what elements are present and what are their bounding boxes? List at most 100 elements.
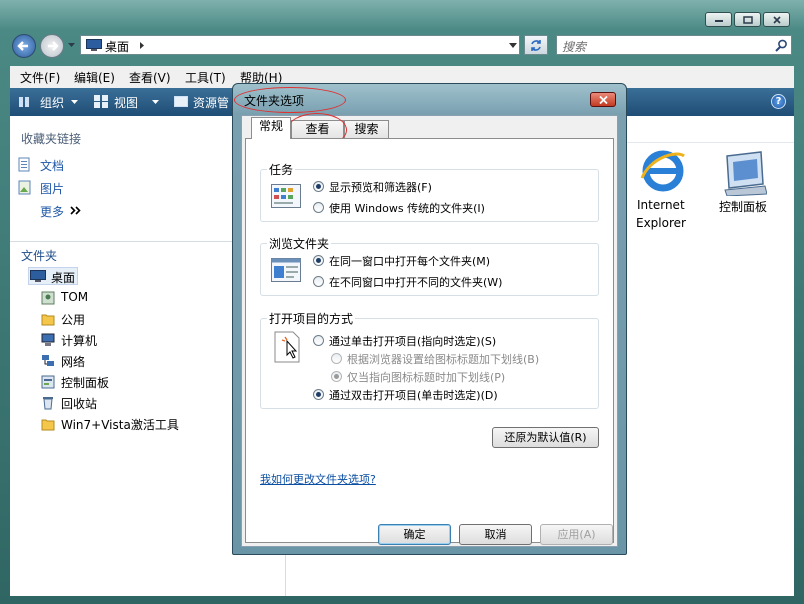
radio-new-window-label[interactable]: 在不同窗口中打开不同的文件夹(W) <box>329 274 502 290</box>
tasks-group: 任务 显示预览和筛选器(F) 使用 Windows 传统的文件夹(I) <box>260 161 599 222</box>
click-group-label: 打开项目的方式 <box>267 310 356 327</box>
pictures-icon <box>18 180 31 195</box>
tasks-group-label: 任务 <box>267 161 296 178</box>
search-icon[interactable] <box>775 39 788 52</box>
click-cursor-icon <box>274 331 300 363</box>
tree-item-computer[interactable]: 计算机 <box>61 332 97 349</box>
organize-dropdown-icon[interactable] <box>71 100 78 104</box>
tree-item-activation-tool[interactable]: Win7+Vista激活工具 <box>61 416 179 433</box>
tab-search[interactable]: 搜索 <box>344 120 389 139</box>
click-items-group: 打开项目的方式 通过单击打开项目(指向时选定)(S) 根据浏览器设置给图标标题加… <box>260 310 599 409</box>
menu-edit[interactable]: 编辑(E) <box>74 69 115 86</box>
tree-desktop-icon <box>30 270 46 282</box>
recycle-bin-icon <box>43 397 53 410</box>
internet-explorer-label-1: Internet <box>637 198 685 212</box>
annotation-circle-title <box>234 87 346 113</box>
control-panel-label: 控制面板 <box>719 200 768 214</box>
control-panel-icon <box>41 375 55 389</box>
tree-item-tom[interactable]: TOM <box>61 290 88 304</box>
maximize-button[interactable] <box>734 12 761 27</box>
radio-classic-folders-label[interactable]: 使用 Windows 传统的文件夹(I) <box>329 200 485 216</box>
tab-general[interactable]: 常规 <box>251 117 291 139</box>
menu-file[interactable]: 文件(F) <box>20 69 60 86</box>
close-button[interactable] <box>763 12 790 27</box>
internet-explorer-label-2: Explorer <box>636 216 686 230</box>
restore-defaults-button[interactable]: 还原为默认值(R) <box>492 427 599 448</box>
favorites-link-pictures[interactable]: 图片 <box>40 180 64 197</box>
organize-icon <box>19 97 29 107</box>
refresh-button[interactable] <box>524 35 548 55</box>
menu-tools[interactable]: 工具(T) <box>185 69 226 86</box>
views-icon <box>94 95 108 108</box>
desktop-item-internet-explorer[interactable]: Internet Explorer <box>626 146 696 236</box>
radio-new-window[interactable] <box>313 276 324 287</box>
desktop-icon <box>86 39 102 51</box>
radio-underline-browser <box>331 353 342 364</box>
radio-double-click-label[interactable]: 通过双击打开项目(单击时选定)(D) <box>329 387 498 403</box>
tasks-preview-icon <box>271 184 301 208</box>
search-placeholder: 搜索 <box>562 40 587 54</box>
radio-single-click-label[interactable]: 通过单击打开项目(指向时选定)(S) <box>329 333 496 349</box>
explorer-icon <box>174 96 188 107</box>
apply-button[interactable]: 应用(A) <box>540 524 613 545</box>
browse-window-icon <box>271 258 301 282</box>
close-icon <box>772 15 781 24</box>
radio-same-window-label[interactable]: 在同一窗口中打开每个文件夹(M) <box>329 253 490 269</box>
documents-icon <box>18 157 30 172</box>
back-arrow-icon <box>17 41 28 51</box>
internet-explorer-icon <box>640 150 685 192</box>
menu-view[interactable]: 查看(V) <box>129 69 171 86</box>
recent-pages-dropdown-icon[interactable] <box>67 42 76 48</box>
computer-icon <box>41 333 55 346</box>
breadcrumb-chevron-icon[interactable] <box>139 41 145 50</box>
resources-button[interactable]: 资源管 <box>193 94 229 111</box>
minimize-button[interactable] <box>705 12 732 27</box>
dialog-body: 常规 查看 搜索 任务 显示预览和筛选器(F) 使用 Windows 传统的文件… <box>241 113 618 547</box>
radio-same-window[interactable] <box>313 255 324 266</box>
views-button[interactable]: 视图 <box>114 94 138 111</box>
tree-item-public[interactable]: 公用 <box>61 311 85 328</box>
tree-item-network[interactable]: 网络 <box>61 353 85 370</box>
radio-double-click[interactable] <box>313 389 324 400</box>
user-folder-icon <box>41 291 55 305</box>
organize-button[interactable]: 组织 <box>40 94 64 111</box>
browse-group-label: 浏览文件夹 <box>267 235 332 252</box>
favorites-header: 收藏夹链接 <box>21 132 82 146</box>
browse-folders-group: 浏览文件夹 在同一窗口中打开每个文件夹(M) 在不同窗口中打开不同的文件夹(W) <box>260 235 599 296</box>
favorites-link-documents[interactable]: 文档 <box>40 157 64 174</box>
forward-button[interactable] <box>40 34 64 58</box>
more-link[interactable]: 更多 <box>40 203 64 220</box>
back-button[interactable] <box>12 34 36 58</box>
desktop-item-control-panel[interactable]: 控制面板 <box>711 146 781 236</box>
tree-item-desktop[interactable]: 桌面 <box>51 269 75 286</box>
minimize-icon <box>714 19 723 22</box>
folder-options-dialog: 文件夹选项 常规 查看 搜索 任务 显示预览和筛选器(F) 使用 Windows <box>232 83 627 555</box>
tree-item-recycle-bin[interactable]: 回收站 <box>61 395 97 412</box>
radio-underline-browser-label: 根据浏览器设置给图标标题加下划线(B) <box>347 353 540 366</box>
address-bar[interactable]: 桌面 <box>80 35 520 55</box>
radio-classic-folders[interactable] <box>313 202 324 213</box>
radio-underline-point-label: 仅当指向图标标题时加下划线(P) <box>347 371 506 384</box>
help-link[interactable]: 我如何更改文件夹选项? <box>260 471 376 487</box>
ok-button[interactable]: 确定 <box>378 524 451 545</box>
cancel-button[interactable]: 取消 <box>459 524 532 545</box>
general-tab-panel: 任务 显示预览和筛选器(F) 使用 Windows 传统的文件夹(I) 浏览文件… <box>245 138 614 543</box>
close-icon <box>599 96 608 104</box>
dialog-close-button[interactable] <box>590 92 616 107</box>
network-icon <box>42 355 54 366</box>
radio-underline-point <box>331 371 342 382</box>
radio-show-preview[interactable] <box>313 181 324 192</box>
address-dropdown-icon[interactable] <box>509 43 517 48</box>
address-text: 桌面 <box>105 40 130 54</box>
folder-icon <box>41 314 55 326</box>
help-icon[interactable]: ? <box>771 94 786 109</box>
folders-header[interactable]: 文件夹 <box>21 247 57 264</box>
radio-single-click[interactable] <box>313 335 324 346</box>
views-dropdown-icon[interactable] <box>152 100 159 104</box>
more-chevrons-icon[interactable] <box>70 206 82 215</box>
search-box[interactable]: 搜索 <box>556 35 792 55</box>
maximize-icon <box>742 15 753 24</box>
radio-show-preview-label[interactable]: 显示预览和筛选器(F) <box>329 179 432 195</box>
tree-item-control-panel[interactable]: 控制面板 <box>61 374 109 391</box>
refresh-icon <box>531 40 541 51</box>
